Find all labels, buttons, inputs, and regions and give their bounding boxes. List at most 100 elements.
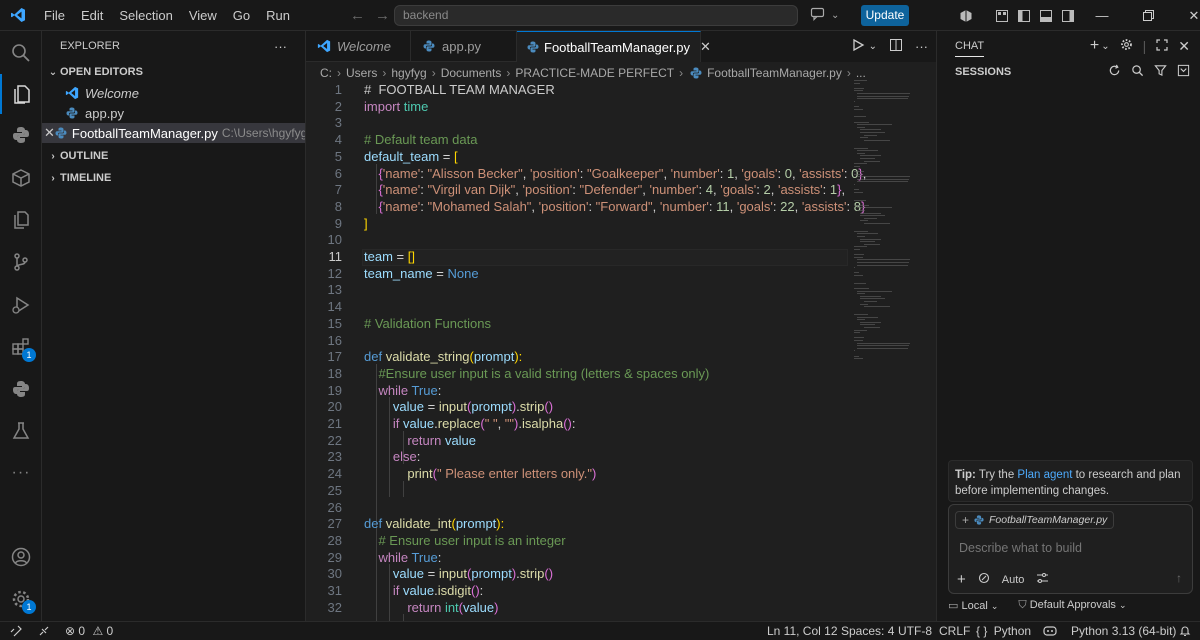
send-arrow-icon[interactable]: ↑ bbox=[1176, 571, 1182, 585]
back-arrow-icon[interactable]: ← bbox=[350, 7, 365, 24]
code-editor[interactable]: 1 # FOOTBALL TEAM MANAGER 2 import time 3 4 # … bbox=[306, 80, 936, 621]
more-views-icon[interactable]: ··· bbox=[0, 453, 42, 493]
breadcrumb-item[interactable]: PRACTICE-MADE PERFECT bbox=[515, 66, 674, 80]
open-editor-welcome[interactable]: Welcome bbox=[42, 83, 305, 103]
update-button[interactable]: Update bbox=[861, 5, 909, 26]
context-attachment[interactable]: + FootballTeamManager.py bbox=[955, 511, 1115, 529]
chat-dropdown-chevron-icon[interactable]: ⌄ bbox=[831, 10, 839, 21]
close-panel-icon[interactable]: ✕ bbox=[1178, 38, 1190, 55]
code-line[interactable]: 2 import time bbox=[306, 99, 936, 116]
code-line[interactable]: 21 if value.replace(" ", "").isalpha(): bbox=[306, 416, 936, 433]
code-line[interactable]: 29 while True: bbox=[306, 550, 936, 567]
code-line[interactable]: 25 bbox=[306, 483, 936, 500]
breadcrumb-item[interactable]: Users bbox=[346, 66, 377, 80]
minimap[interactable] bbox=[854, 80, 926, 380]
code-line[interactable]: 13 bbox=[306, 282, 936, 299]
minimize-icon[interactable]: — bbox=[1079, 0, 1125, 31]
new-chat-dropdown-icon[interactable]: ⌄ bbox=[1101, 41, 1109, 52]
code-line[interactable]: 11 team = [] bbox=[306, 249, 936, 266]
command-center-search[interactable]: backend bbox=[394, 5, 798, 26]
close-editor-icon[interactable]: ✕ bbox=[44, 125, 55, 141]
customize-layout-icon[interactable] bbox=[991, 0, 1013, 31]
search-icon[interactable] bbox=[0, 33, 42, 73]
tab-welcome[interactable]: Welcome bbox=[306, 31, 411, 62]
testing-flask-icon[interactable] bbox=[0, 411, 42, 451]
source-control-icon[interactable] bbox=[0, 242, 42, 282]
add-context-icon[interactable]: + bbox=[962, 513, 969, 527]
breadcrumb-item[interactable]: Documents bbox=[441, 66, 502, 80]
editor-more-actions-icon[interactable]: ··· bbox=[915, 39, 928, 54]
code-line[interactable]: 10 bbox=[306, 232, 936, 249]
copilot-status-icon[interactable] bbox=[1043, 622, 1057, 640]
copy-files-icon[interactable] bbox=[0, 200, 42, 240]
code-line[interactable]: 15 # Validation Functions bbox=[306, 316, 936, 333]
menu-run[interactable]: Run bbox=[258, 0, 298, 31]
menu-file[interactable]: File bbox=[36, 0, 73, 31]
code-line[interactable]: 28 # Ensure user input is an integer bbox=[306, 533, 936, 550]
open-editor-football-team-manager[interactable]: ✕ FootballTeamManager.py C:\Users\hgyfyg… bbox=[42, 123, 305, 143]
forward-arrow-icon[interactable]: → bbox=[375, 7, 390, 24]
code-line[interactable]: 3 bbox=[306, 115, 936, 132]
code-line[interactable]: 16 bbox=[306, 333, 936, 350]
more-actions-icon[interactable]: ··· bbox=[274, 39, 287, 54]
containers-icon[interactable] bbox=[0, 158, 42, 198]
location-picker[interactable]: ▭ Local ⌄ bbox=[948, 599, 998, 612]
code-line[interactable]: 23 else: bbox=[306, 449, 936, 466]
code-line[interactable]: 20 value = input(prompt).strip() bbox=[306, 399, 936, 416]
code-line[interactable]: 24 print(" Please enter letters only.") bbox=[306, 466, 936, 483]
tools-icon[interactable] bbox=[978, 572, 990, 587]
plan-agent-link[interactable]: Plan agent bbox=[1017, 469, 1072, 481]
menu-view[interactable]: View bbox=[181, 0, 225, 31]
accounts-icon[interactable] bbox=[0, 537, 42, 577]
breadcrumb-item[interactable]: C: bbox=[320, 66, 332, 80]
tab-football-team-manager[interactable]: FootballTeamManager.py ✕ bbox=[517, 31, 711, 62]
code-line[interactable]: 30 value = input(prompt).strip() bbox=[306, 566, 936, 583]
chat-settings-gear-icon[interactable] bbox=[1120, 38, 1133, 54]
manage-gear-icon[interactable]: 1 bbox=[0, 579, 42, 619]
chat-title[interactable]: CHAT bbox=[955, 40, 985, 57]
code-line[interactable]: 6 {'name': "Alisson Becker", 'position':… bbox=[306, 166, 936, 183]
run-python-file-icon[interactable] bbox=[851, 38, 865, 55]
indentation[interactable]: Spaces: 4 bbox=[841, 622, 894, 640]
new-chat-plus-icon[interactable]: + bbox=[1090, 37, 1099, 55]
copilot-icon[interactable] bbox=[955, 0, 977, 31]
tab-app-py[interactable]: app.py bbox=[411, 31, 517, 62]
restore-icon[interactable] bbox=[1125, 0, 1171, 31]
outline-section[interactable]: › OUTLINE bbox=[42, 145, 305, 167]
toggle-panel-icon[interactable] bbox=[1035, 0, 1057, 31]
python-interpreter[interactable]: Python 3.13 (64-bit) bbox=[1071, 622, 1176, 640]
code-line[interactable]: 14 bbox=[306, 299, 936, 316]
code-line[interactable]: 9] bbox=[306, 216, 936, 233]
code-line[interactable]: 8 {'name': "Mohamed Salah", 'position': … bbox=[306, 199, 936, 216]
open-editors-section[interactable]: ⌄ OPEN EDITORS bbox=[42, 61, 305, 83]
notifications-bell-icon[interactable] bbox=[1179, 622, 1191, 640]
mode-picker[interactable]: Auto bbox=[1002, 574, 1025, 586]
close-window-icon[interactable]: ✕ bbox=[1171, 0, 1200, 31]
breadcrumb-item[interactable]: FootballTeamManager.py bbox=[707, 66, 842, 80]
code-line[interactable]: 4 # Default team data bbox=[306, 132, 936, 149]
code-line[interactable]: 32 return int(value) bbox=[306, 600, 936, 617]
collapse-icon[interactable] bbox=[1177, 64, 1190, 80]
problems-indicator[interactable]: ⊗ 0 ⚠ 0 bbox=[65, 622, 113, 640]
remote-indicator-icon[interactable] bbox=[10, 622, 22, 640]
code-line[interactable]: 27 def validate_int(prompt): bbox=[306, 516, 936, 533]
approvals-picker[interactable]: ⛉ Default Approvals ⌄ bbox=[1018, 599, 1126, 612]
chat-toggle-icon[interactable] bbox=[810, 7, 825, 24]
menu-edit[interactable]: Edit bbox=[73, 0, 111, 31]
python-env-icon[interactable] bbox=[0, 369, 42, 409]
code-line[interactable]: 1 # FOOTBALL TEAM MANAGER bbox=[306, 82, 936, 99]
timeline-section[interactable]: › TIMELINE bbox=[42, 167, 305, 189]
toggle-secondary-sidebar-icon[interactable] bbox=[1057, 0, 1079, 31]
run-debug-icon[interactable] bbox=[0, 285, 42, 325]
extensions-icon[interactable]: 1 bbox=[0, 327, 42, 367]
code-line[interactable]: 5 default_team = [ bbox=[306, 149, 936, 166]
code-line[interactable]: 7 {'name': "Virgil van Dijk", 'position'… bbox=[306, 182, 936, 199]
language-mode[interactable]: { } Python bbox=[976, 622, 1031, 640]
split-editor-icon[interactable] bbox=[889, 38, 903, 55]
code-line[interactable]: 17 def validate_string(prompt): bbox=[306, 349, 936, 366]
filter-icon[interactable] bbox=[1154, 64, 1167, 80]
run-dropdown-chevron-icon[interactable]: ⌄ bbox=[869, 41, 877, 52]
code-line[interactable]: 18 #Ensure user input is a valid string … bbox=[306, 366, 936, 383]
cursor-position[interactable]: Ln 11, Col 12 bbox=[767, 622, 838, 640]
refresh-icon[interactable] bbox=[1108, 64, 1121, 80]
